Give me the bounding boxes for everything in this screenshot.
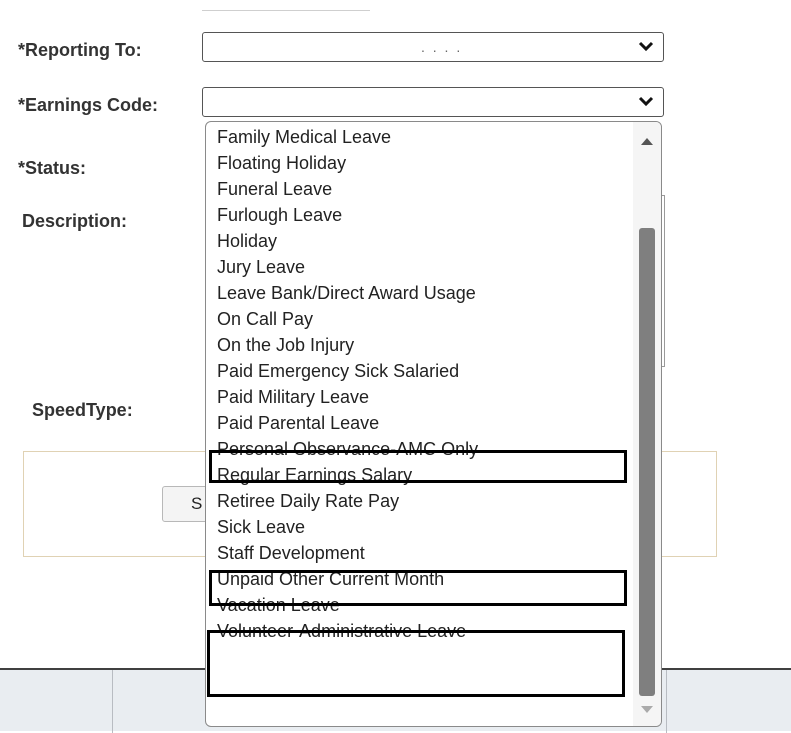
reporting-to-value: . . . . <box>421 39 463 55</box>
dropdown-option[interactable]: On Call Pay <box>216 309 627 335</box>
dropdown-option[interactable]: Unpaid Other Current Month <box>216 569 627 595</box>
speedtype-label: SpeedType: <box>32 400 133 420</box>
description-label: Description: <box>22 211 128 231</box>
footer-divider <box>112 670 113 733</box>
dropdown-option[interactable]: Furlough Leave <box>216 205 627 231</box>
dropdown-option[interactable]: Paid Military Leave <box>216 387 627 413</box>
chevron-down-icon <box>638 96 654 107</box>
scrollbar-thumb[interactable] <box>639 228 655 696</box>
dropdown-option[interactable]: Funeral Leave <box>216 179 627 205</box>
scroll-down-arrow-icon[interactable] <box>641 706 653 713</box>
dropdown-option[interactable]: Personal Observance-AMC Only <box>216 439 627 465</box>
dropdown-option[interactable]: Vacation Leave <box>216 595 627 621</box>
dropdown-option[interactable]: Paid Parental Leave <box>216 413 627 439</box>
dropdown-option[interactable]: Staff Development <box>216 543 627 569</box>
dropdown-option[interactable]: Family Medical Leave <box>216 127 627 153</box>
status-label: *Status: <box>18 158 87 178</box>
dropdown-scrollbar[interactable] <box>633 122 661 726</box>
dropdown-option[interactable]: Floating Holiday <box>216 153 627 179</box>
dropdown-option[interactable]: Holiday <box>216 231 627 257</box>
dropdown-option[interactable]: On the Job Injury <box>216 335 627 361</box>
dropdown-option[interactable]: Leave Bank/Direct Award Usage <box>216 283 627 309</box>
dropdown-option[interactable]: Volunteer-Administrative Leave <box>216 621 627 647</box>
dropdown-option[interactable]: Paid Emergency Sick Salaried <box>216 361 627 387</box>
reporting-to-label: *Reporting To: <box>18 40 142 60</box>
dropdown-option[interactable]: Retiree Daily Rate Pay <box>216 491 627 517</box>
scroll-up-arrow-icon[interactable] <box>641 138 653 145</box>
chevron-down-icon <box>638 41 654 52</box>
earnings-code-dropdown-list[interactable]: Family Medical Leave Floating Holiday Fune… <box>205 121 662 727</box>
previous-field-underline <box>202 0 370 11</box>
dropdown-options: Family Medical Leave Floating Holiday Fune… <box>216 127 627 647</box>
dropdown-option[interactable]: Regular Earnings Salary <box>216 465 627 491</box>
earnings-code-select[interactable] <box>202 87 664 117</box>
dropdown-option[interactable]: Sick Leave <box>216 517 627 543</box>
reporting-to-select[interactable]: . . . . <box>202 32 664 62</box>
dropdown-option[interactable]: Jury Leave <box>216 257 627 283</box>
footer-divider <box>666 670 667 733</box>
earnings-code-label: *Earnings Code: <box>18 95 159 115</box>
